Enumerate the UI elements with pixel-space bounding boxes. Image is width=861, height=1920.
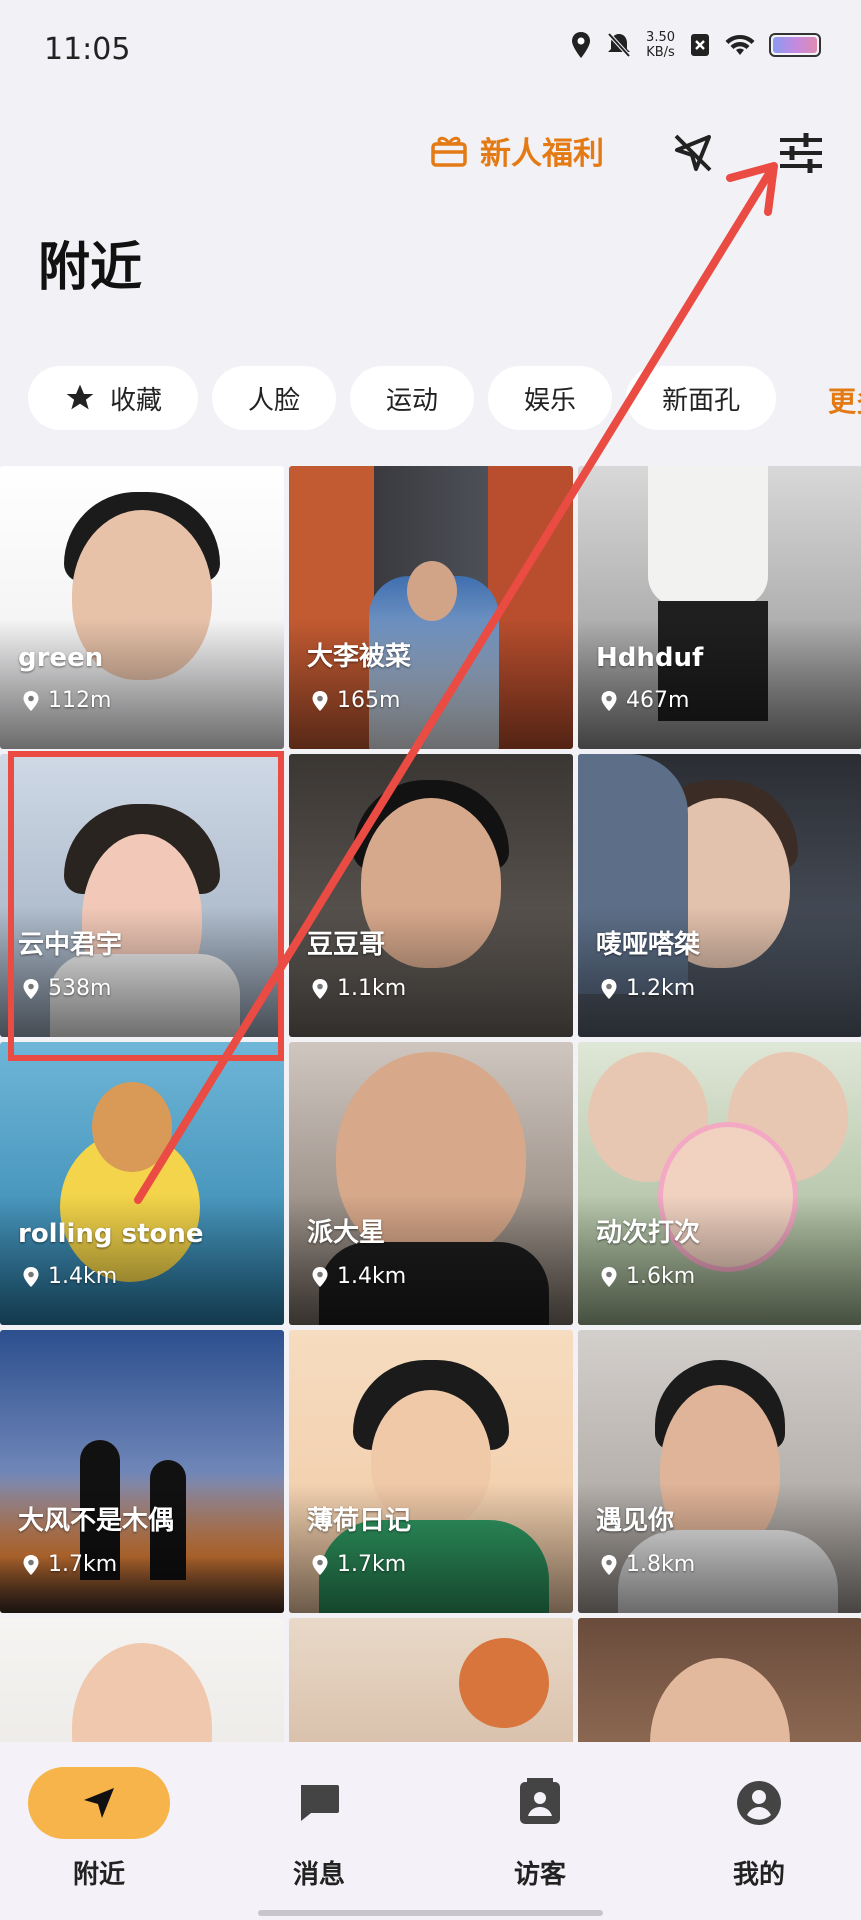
profile-icon (737, 1781, 781, 1825)
home-indicator[interactable] (258, 1910, 603, 1916)
active-indicator (28, 1767, 170, 1839)
nav-label: 我的 (732, 1860, 785, 1890)
nav-label: 访客 (513, 1860, 566, 1890)
nav-label: 附近 (72, 1860, 125, 1890)
nav-me[interactable]: 我的 (674, 1766, 844, 1891)
annotation-arrow (134, 162, 778, 1204)
nav-messages[interactable]: 消息 (234, 1766, 404, 1891)
chat-icon (301, 1785, 339, 1821)
location-arrow-icon (84, 1788, 114, 1818)
nav-visitors[interactable]: 访客 (455, 1766, 625, 1891)
bottom-navigation: 附近 消息 访客 我的 (0, 1742, 861, 1920)
nav-label: 消息 (292, 1860, 345, 1890)
contact-card-icon (520, 1778, 560, 1824)
nav-nearby[interactable]: 附近 (14, 1766, 184, 1891)
